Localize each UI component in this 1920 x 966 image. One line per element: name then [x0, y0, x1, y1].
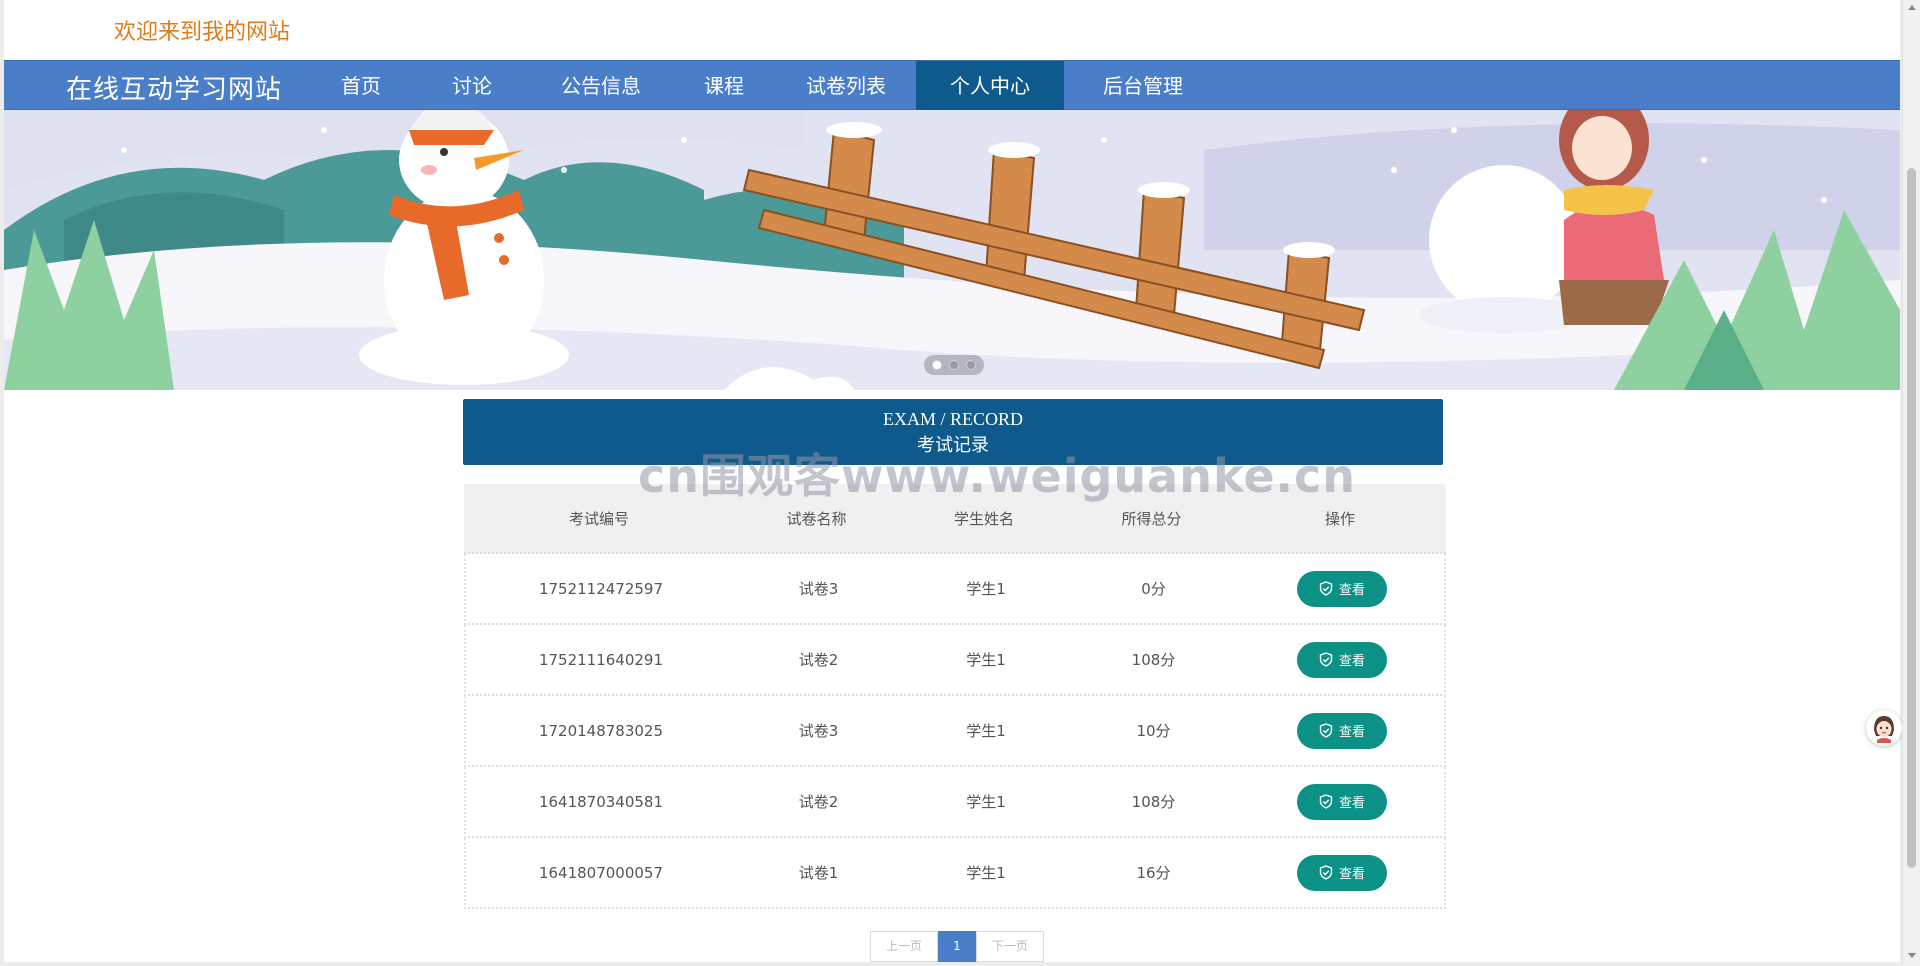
- view-button-label: 查看: [1338, 654, 1365, 669]
- view-button[interactable]: 查看: [1297, 854, 1387, 891]
- nav-bar: 在线互动学习网站 首页 讨论 公告信息 课程 试卷列表 个人中心 后台管理: [4, 60, 1900, 111]
- view-button-label: 查看: [1338, 796, 1365, 811]
- carousel-dot[interactable]: [966, 360, 976, 370]
- exam-id: 1752111640291: [538, 650, 664, 669]
- shield-check-icon: [1319, 581, 1333, 596]
- scroll-down-arrow-icon[interactable]: [1908, 953, 1916, 958]
- total-score: 108分: [1131, 793, 1176, 811]
- paper-name: 试卷2: [798, 651, 839, 669]
- section-title-en: EXAM / RECORD: [882, 409, 1023, 429]
- shield-check-icon: [1319, 723, 1333, 738]
- total-score: 16分: [1136, 864, 1171, 882]
- exam-id: 1752112472597: [538, 579, 664, 598]
- avatar-icon[interactable]: [1866, 710, 1902, 746]
- banner-carousel[interactable]: [4, 110, 1900, 390]
- paper-name: 试卷3: [798, 580, 839, 598]
- student-name: 学生1: [966, 580, 1006, 598]
- browser-viewport: 欢迎来到我的网站 在线互动学习网站 首页 讨论 公告信息 课程 试卷列表 个人中…: [4, 0, 1900, 962]
- table-row: 1720148783025 试卷3 学生1 10分 查看: [464, 696, 1446, 767]
- action-cell: 查看: [1236, 696, 1448, 765]
- page: 欢迎来到我的网站 在线互动学习网站 首页 讨论 公告信息 课程 试卷列表 个人中…: [0, 0, 1920, 966]
- student-name: 学生1: [966, 722, 1006, 740]
- prev-page-button[interactable]: 上一页: [870, 931, 938, 962]
- scrollbar-thumb[interactable]: [1907, 168, 1916, 868]
- exam-id: 1641807000057: [538, 863, 664, 882]
- view-button[interactable]: 查看: [1297, 641, 1387, 678]
- shield-check-icon: [1319, 794, 1333, 809]
- banner-illustration: [4, 110, 1900, 390]
- table-row: 1641870340581 试卷2 学生1 108分 查看: [464, 767, 1446, 838]
- student-name: 学生1: [966, 793, 1006, 811]
- view-button[interactable]: 查看: [1297, 783, 1387, 820]
- total-score: 10分: [1136, 722, 1171, 740]
- student-name: 学生1: [966, 864, 1006, 882]
- view-button-label: 查看: [1338, 725, 1365, 740]
- scroll-up-arrow-icon[interactable]: [1908, 5, 1916, 10]
- pagination: 上一页 1 下一页: [870, 931, 1044, 962]
- table-row: 1641807000057 试卷1 学生1 16分 查看: [464, 838, 1446, 909]
- carousel-indicator: [924, 355, 984, 375]
- nav-item-admin[interactable]: 后台管理: [1068, 61, 1218, 111]
- carousel-dot[interactable]: [932, 360, 942, 370]
- total-score: 0分: [1141, 580, 1166, 598]
- view-button-label: 查看: [1338, 583, 1365, 598]
- nav-item-exam-list[interactable]: 试卷列表: [780, 61, 912, 111]
- avatar-illustration: [1869, 713, 1899, 743]
- paper-name: 试卷1: [798, 864, 839, 882]
- shield-check-icon: [1319, 865, 1333, 880]
- shield-check-icon: [1319, 652, 1333, 667]
- nav-item-courses[interactable]: 课程: [674, 61, 774, 111]
- action-cell: 查看: [1236, 767, 1448, 836]
- exam-id: 1641870340581: [538, 792, 664, 811]
- paper-name: 试卷3: [798, 722, 839, 740]
- nav-item-discussion[interactable]: 讨论: [422, 61, 522, 111]
- exam-record-table: 考试编号 试卷名称 学生姓名 所得总分 操作 1752112472597 试卷3…: [464, 484, 1446, 909]
- action-cell: 查看: [1236, 838, 1448, 907]
- table-row: 1752112472597 试卷3 学生1 0分 查看: [464, 554, 1446, 625]
- view-button[interactable]: 查看: [1297, 712, 1387, 749]
- view-button[interactable]: 查看: [1297, 570, 1387, 607]
- site-brand[interactable]: 在线互动学习网站: [66, 69, 282, 106]
- page-number-button[interactable]: 1: [938, 931, 976, 962]
- next-page-button[interactable]: 下一页: [976, 931, 1044, 962]
- student-name: 学生1: [966, 651, 1006, 669]
- watermark: cn围观客www.weiguanke.cn: [638, 449, 1357, 503]
- nav-item-personal-center[interactable]: 个人中心: [916, 61, 1064, 111]
- vertical-scrollbar[interactable]: [1902, 0, 1920, 966]
- table-row: 1752111640291 试卷2 学生1 108分 查看: [464, 625, 1446, 696]
- carousel-dot[interactable]: [949, 360, 959, 370]
- nav-item-home[interactable]: 首页: [310, 61, 412, 111]
- welcome-text: 欢迎来到我的网站: [114, 20, 291, 45]
- nav-item-announcements[interactable]: 公告信息: [532, 61, 670, 111]
- action-cell: 查看: [1236, 554, 1448, 623]
- paper-name: 试卷2: [798, 793, 839, 811]
- action-cell: 查看: [1236, 625, 1448, 694]
- exam-id: 1720148783025: [538, 721, 664, 740]
- view-button-label: 查看: [1338, 867, 1365, 882]
- total-score: 108分: [1131, 651, 1176, 669]
